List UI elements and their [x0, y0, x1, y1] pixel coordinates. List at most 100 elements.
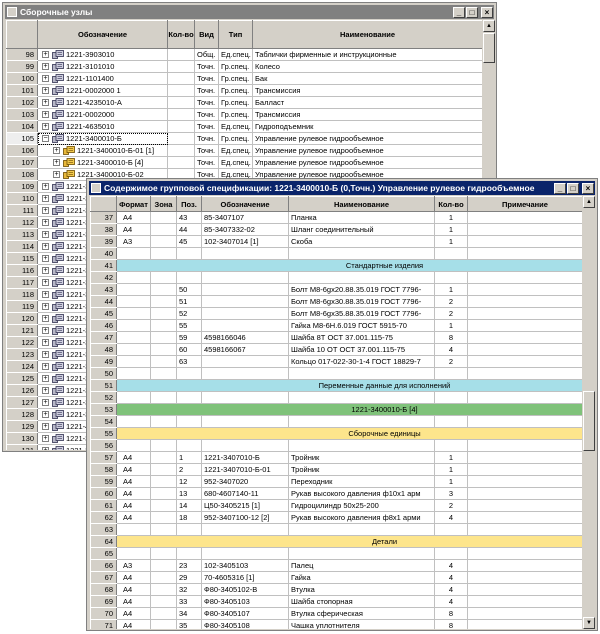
column-header-3[interactable]: Поз.: [176, 196, 202, 212]
tree-node[interactable]: +1221-4235010-А: [40, 97, 167, 108]
expander-icon[interactable]: +: [42, 375, 49, 382]
expander-icon[interactable]: +: [42, 111, 49, 118]
expander-icon[interactable]: +: [42, 63, 49, 70]
column-header-2[interactable]: Кол-во: [167, 20, 195, 49]
column-header-3[interactable]: Вид: [194, 20, 219, 49]
scroll-thumb[interactable]: [583, 391, 595, 451]
designation-cell[interactable]: +1221-0002000 1: [37, 84, 168, 97]
table-row[interactable]: 54: [90, 415, 582, 428]
expander-icon[interactable]: +: [42, 51, 49, 58]
designation-cell[interactable]: +1221-3400010-Б [4]: [37, 156, 168, 169]
table-row[interactable]: 68 А4 32 Ф80-3405102-В Втулка 4: [90, 583, 582, 596]
group-spec-scrollbar[interactable]: ▲ ▼: [583, 196, 595, 629]
expander-icon[interactable]: +: [42, 303, 49, 310]
expander-icon[interactable]: +: [42, 315, 49, 322]
expander-icon[interactable]: +: [53, 159, 60, 166]
tree-node[interactable]: +1221-0002000 1: [40, 85, 167, 96]
table-row[interactable]: 37 А4 43 85-3407107 Планка 1: [90, 211, 582, 224]
maximize-button[interactable]: □: [567, 182, 579, 194]
table-row[interactable]: 67 А4 29 70-4605316 [1] Гайка 4: [90, 571, 582, 584]
table-row[interactable]: 59 А4 12 952-3407020 Переходник 1: [90, 475, 582, 488]
designation-cell[interactable]: +1221-0002000: [37, 108, 168, 121]
table-row[interactable]: 98 +1221-3903010 Общ. Ед.спец. Таблички фирм…: [6, 48, 482, 61]
section-row[interactable]: 51 Переменные данные для исполнений: [90, 379, 582, 392]
table-row[interactable]: 47 59 4598166046 Шайба 8Т ОСТ 37.001.115-75…: [90, 331, 582, 344]
table-row[interactable]: 101 +1221-0002000 1 Точн. Гр.спец. Трансмисс…: [6, 84, 482, 97]
table-row[interactable]: 40: [90, 247, 582, 260]
expander-icon[interactable]: +: [42, 399, 49, 406]
section-row[interactable]: 64 Детали: [90, 535, 582, 548]
tree-node[interactable]: +1221-3101010: [40, 61, 167, 72]
minimize-button[interactable]: _: [554, 182, 566, 194]
expander-icon[interactable]: +: [42, 75, 49, 82]
designation-cell[interactable]: +1221-3400010-Б-01 [1]: [37, 144, 168, 157]
table-row[interactable]: 105− 1221-3400010-Б Точн. Гр.спец. Управлени…: [6, 132, 482, 145]
table-row[interactable]: 45 52 Болт М8-6gx35.88.35.019 ГОСТ 7796- 2: [90, 307, 582, 320]
designation-cell[interactable]: +1221-1101400: [37, 72, 168, 85]
table-row[interactable]: 58 А4 2 1221-3407010-Б-01 Тройник 1: [90, 463, 582, 476]
table-row[interactable]: 103 +1221-0002000 Точн. Гр.спец. Трансмиссия: [6, 108, 482, 121]
table-row[interactable]: 100 +1221-1101400 Точн. Гр.спец. Бак: [6, 72, 482, 85]
scroll-up-button[interactable]: ▲: [583, 196, 595, 208]
expander-icon[interactable]: +: [42, 87, 49, 94]
table-row[interactable]: 102 +1221-4235010-А Точн. Гр.спец. Балласт: [6, 96, 482, 109]
table-row[interactable]: 60 А4 13 680-4607140-11 Рукав высокого давле…: [90, 487, 582, 500]
column-header-5[interactable]: Наименование: [252, 20, 482, 49]
column-header-6[interactable]: Кол-во: [434, 196, 468, 212]
table-row[interactable]: 57 А4 1 1221-3407010-Б Тройник 1: [90, 451, 582, 464]
expander-icon[interactable]: +: [42, 255, 49, 262]
expander-icon[interactable]: +: [42, 339, 49, 346]
table-row[interactable]: 104 +1221-4635010 Точн. Ед.спец. Гидроподъем…: [6, 120, 482, 133]
tree-node[interactable]: +1221-0002000: [40, 109, 167, 120]
section-row[interactable]: 53 1221-3400010-Б [4]: [90, 403, 582, 416]
tree-node[interactable]: +1221-4635010: [40, 121, 167, 132]
table-row[interactable]: 48 60 4598166067 Шайба 10 ОТ ОСТ 37.001.115…: [90, 343, 582, 356]
table-row[interactable]: 106 +1221-3400010-Б-01 [1] Точн. Ед.спец. Уп…: [6, 144, 482, 157]
expander-icon[interactable]: +: [42, 99, 49, 106]
column-header-5[interactable]: Наименование: [288, 196, 435, 212]
scroll-thumb[interactable]: [483, 33, 495, 63]
expander-icon[interactable]: +: [42, 291, 49, 298]
table-row[interactable]: 62 А4 18 952-3407100-12 [2] Рукав высокого д…: [90, 511, 582, 524]
table-row[interactable]: 46 55 Гайка М8-6Н.6.019 ГОСТ 5915-70 1: [90, 319, 582, 332]
scroll-up-button[interactable]: ▲: [483, 20, 495, 32]
table-row[interactable]: 69 А4 33 Ф80-3405103 Шайба стопорная 4: [90, 595, 582, 608]
table-row[interactable]: 70 А4 34 Ф80-3405107 Втулка сферическая 8: [90, 607, 582, 620]
expander-icon[interactable]: +: [42, 243, 49, 250]
expander-icon[interactable]: +: [42, 207, 49, 214]
column-header-2[interactable]: Зона: [150, 196, 177, 212]
maximize-button[interactable]: □: [466, 6, 478, 18]
column-header-0[interactable]: [6, 20, 38, 49]
expander-icon[interactable]: +: [42, 231, 49, 238]
tree-node[interactable]: +1221-3903010: [40, 49, 167, 60]
table-row[interactable]: 44 51 Болт М8-6gx30.88.35.019 ГОСТ 7796- 2: [90, 295, 582, 308]
expander-icon[interactable]: +: [42, 123, 49, 130]
table-row[interactable]: 107 +1221-3400010-Б [4] Точн. Ед.спец. Управ…: [6, 156, 482, 169]
minimize-button[interactable]: _: [453, 6, 465, 18]
column-header-0[interactable]: [90, 196, 117, 212]
expander-icon[interactable]: +: [42, 423, 49, 430]
tree-node[interactable]: +1221-3400010-Б-01 [1]: [40, 145, 167, 156]
designation-cell[interactable]: +1221-3101010: [37, 60, 168, 73]
designation-cell[interactable]: +1221-4635010: [37, 120, 168, 133]
table-row[interactable]: 99 +1221-3101010 Точн. Гр.спец. Колесо: [6, 60, 482, 73]
tree-node[interactable]: − 1221-3400010-Б: [40, 133, 167, 144]
expander-icon[interactable]: +: [42, 183, 49, 190]
table-row[interactable]: 63: [90, 523, 582, 536]
expander-icon[interactable]: +: [42, 267, 49, 274]
expander-icon[interactable]: +: [53, 147, 60, 154]
expander-icon[interactable]: +: [42, 279, 49, 286]
close-button[interactable]: ×: [481, 6, 493, 18]
tree-node[interactable]: +1221-3400010-Б [4]: [40, 157, 167, 168]
group-spec-title-bar[interactable]: Содержимое групповой спецификации: 1221-…: [89, 181, 595, 195]
scroll-down-button[interactable]: ▼: [583, 617, 595, 629]
expander-icon[interactable]: +: [53, 171, 60, 178]
expander-icon[interactable]: +: [42, 195, 49, 202]
table-row[interactable]: 39 А3 45 102-3407014 [1] Скоба 1: [90, 235, 582, 248]
designation-cell[interactable]: − 1221-3400010-Б: [37, 132, 168, 145]
column-header-1[interactable]: Обозначение: [37, 20, 168, 49]
column-header-4[interactable]: Обозначение: [201, 196, 289, 212]
tree-node[interactable]: +1221-1101400: [40, 73, 167, 84]
table-row[interactable]: 56: [90, 439, 582, 452]
expander-icon[interactable]: +: [42, 363, 49, 370]
